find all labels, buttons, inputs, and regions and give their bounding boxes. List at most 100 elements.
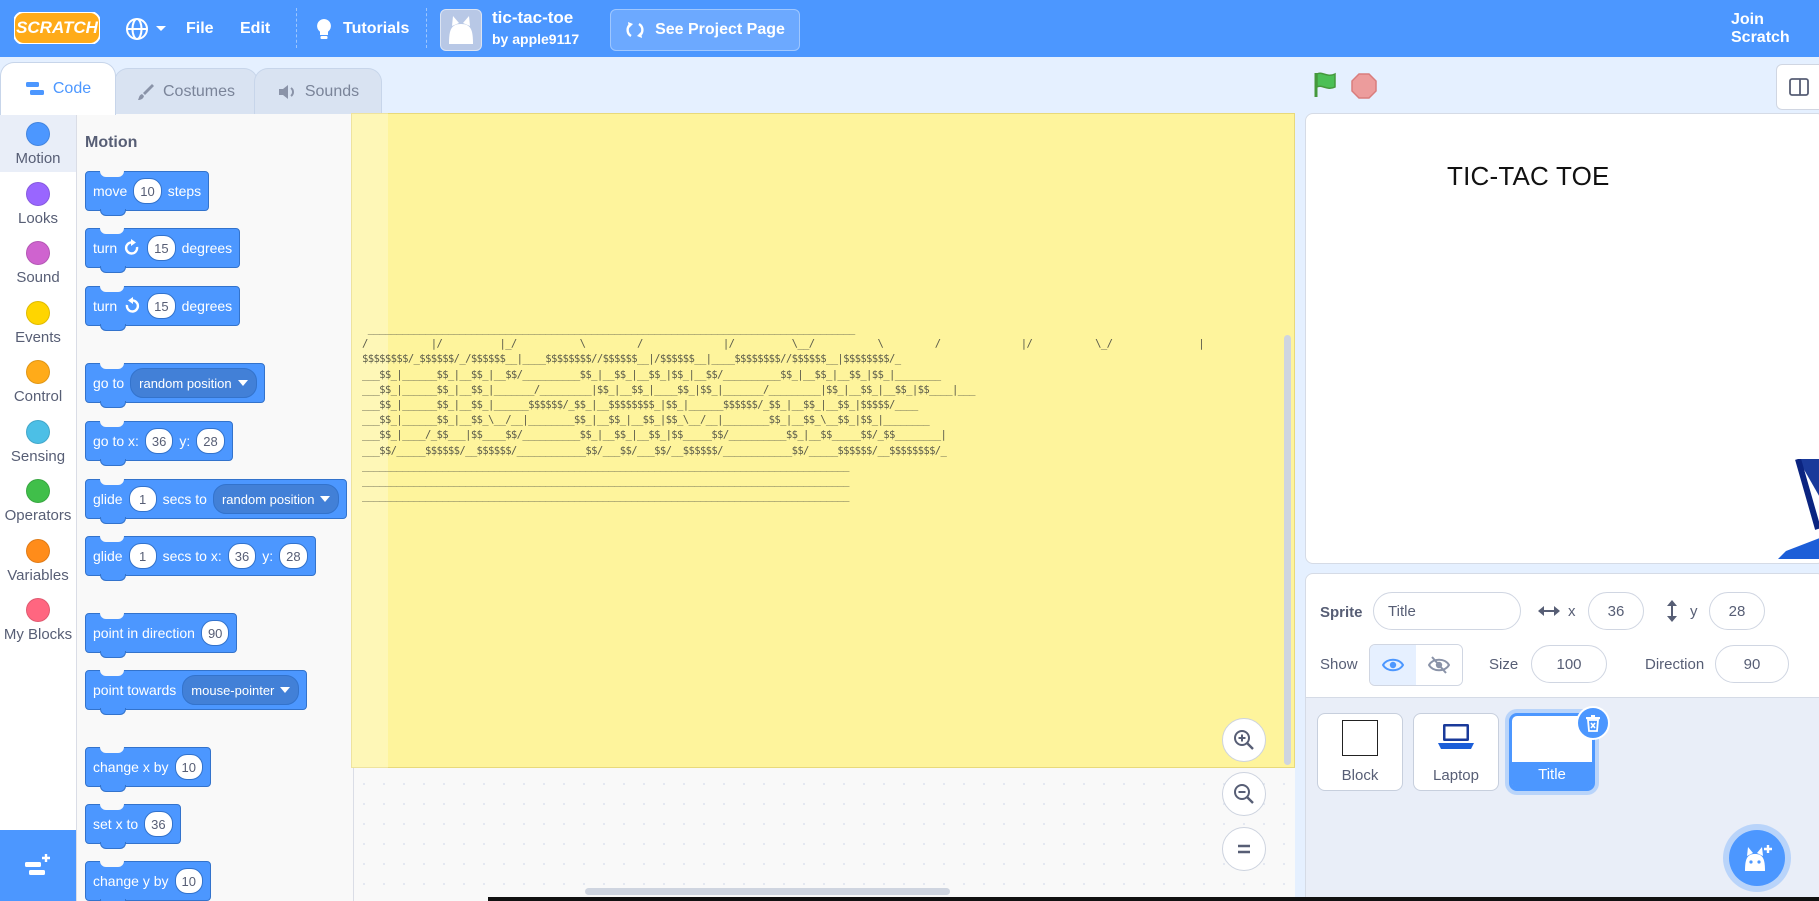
secs-input[interactable]: 1 [128,486,157,512]
go-to-block[interactable]: go to random position [85,363,265,408]
block-sprite-thumbnail [1342,720,1378,756]
block-palette: Motion move 10 steps turn 15 degrees tur… [77,114,354,901]
steps-input[interactable]: 10 [133,178,162,204]
language-menu[interactable] [124,0,168,57]
sprite-info-panel: Sprite Title x 36 y 28 Show Size 100 Dir… [1305,573,1819,698]
block-text: steps [167,183,202,199]
stage-canvas[interactable]: TIC-TAC TOE [1305,113,1819,564]
block-text: turn [93,298,118,314]
project-author[interactable]: by apple9117 [492,31,579,47]
block-text: y: [262,548,274,564]
file-menu[interactable]: File [186,0,214,57]
remix-arrows-icon [626,22,644,38]
glide-to-block[interactable]: glide 1 secs to random position [85,479,348,524]
trash-icon [1586,715,1600,732]
point-towards-dropdown[interactable]: mouse-pointer [182,675,300,705]
project-title[interactable]: tic-tac-toe [492,8,573,28]
degrees-input[interactable]: 15 [147,235,176,261]
turn-right-block[interactable]: turn 15 degrees [85,228,241,273]
point-towards-block[interactable]: point towards mouse-pointer [85,670,308,715]
rotate-counterclockwise-icon [125,297,140,313]
go-to-xy-block[interactable]: go to x: 36 y: 28 [85,421,233,466]
go-to-target-dropdown[interactable]: random position [130,368,257,398]
zoom-reset-button[interactable] [1222,827,1266,871]
tutorials-button[interactable]: Tutorials [313,0,409,57]
sprite-name-input[interactable]: Title [1373,592,1521,630]
green-flag-icon[interactable] [1310,70,1340,100]
category-control[interactable]: Control [0,352,76,410]
cat-plus-icon [1745,845,1772,871]
zoom-in-button[interactable] [1222,718,1266,762]
y-input[interactable]: 28 [279,543,308,569]
my-blocks-color-dot [26,598,50,622]
category-events[interactable]: Events [0,293,76,351]
script-vertical-scrollbar[interactable] [1284,335,1291,765]
category-sound[interactable]: Sound [0,233,76,291]
secs-input[interactable]: 1 [128,543,157,569]
sprite-y-input[interactable]: 28 [1709,592,1765,630]
hide-sprite-button[interactable] [1416,645,1462,685]
tab-code[interactable]: Code [0,62,116,115]
set-x-input[interactable]: 36 [144,811,173,837]
category-motion[interactable]: Motion [0,114,76,172]
degrees-input[interactable]: 15 [147,293,176,319]
glide-to-xy-block[interactable]: glide 1 secs to x: 36 y: 28 [85,536,316,581]
move-steps-block[interactable]: move 10 steps [85,171,210,216]
delete-sprite-button[interactable] [1576,706,1610,740]
choose-sprite-button[interactable] [1729,830,1785,886]
block-text: point in direction [93,625,195,641]
events-color-dot [26,301,50,325]
add-extension-button[interactable] [0,830,76,901]
turn-left-block[interactable]: turn 15 degrees [85,286,241,331]
join-scratch-link[interactable]: Join Scratch [1731,0,1819,57]
show-toggle-group [1369,644,1463,686]
set-x-block[interactable]: set x to 36 [85,804,181,849]
stage-title-sprite[interactable]: TIC-TAC TOE [1447,161,1610,192]
tab-costumes[interactable]: Costumes [114,68,258,115]
block-text: glide [93,548,123,564]
category-sensing[interactable]: Sensing [0,412,76,470]
stage-size-toggle[interactable] [1776,64,1819,110]
script-horizontal-scrollbar[interactable] [585,888,950,895]
category-label: Looks [17,210,59,227]
sprite-direction-input[interactable]: 90 [1715,645,1789,683]
category-label: Motion [15,150,61,167]
x-input[interactable]: 36 [227,543,257,569]
comment-ascii-art[interactable]: ________________________________________… [362,322,1205,504]
sprite-x-input[interactable]: 36 [1588,592,1644,630]
sprite-size-input[interactable]: 100 [1531,645,1607,683]
category-my-blocks[interactable]: My Blocks [0,590,76,648]
change-x-block[interactable]: change x by 10 [85,747,211,792]
tab-sounds[interactable]: Sounds [254,68,382,115]
stop-icon[interactable] [1350,72,1378,100]
sprite-name: Block [1341,767,1379,784]
add-extension-icon [25,853,50,875]
see-project-page-button[interactable]: See Project Page [610,9,800,51]
block-text: degrees [181,298,233,314]
y-input[interactable]: 28 [196,428,225,454]
sound-color-dot [26,241,50,265]
tab-sounds-label: Sounds [304,83,360,100]
sprite-tile-block[interactable]: Block [1317,713,1403,791]
category-looks[interactable]: Looks [0,174,76,232]
show-sprite-button[interactable] [1370,645,1417,685]
category-operators[interactable]: Operators [0,471,76,529]
point-in-direction-block[interactable]: point in direction 90 [85,613,238,658]
scratch-logo[interactable]: SCRATCH [13,11,101,45]
block-text: point towards [93,682,177,698]
laptop-sprite[interactable] [1778,459,1819,559]
change-x-input[interactable]: 10 [174,754,203,780]
lightbulb-icon [317,18,331,39]
change-y-block[interactable]: change y by 10 [85,861,211,901]
zoom-out-button[interactable] [1222,772,1266,816]
category-variables[interactable]: Variables [0,531,76,589]
direction-input[interactable]: 90 [200,620,230,646]
change-y-input[interactable]: 10 [174,868,203,894]
zoom-in-icon [1234,730,1254,750]
x-input[interactable]: 36 [144,428,174,454]
logo-text: SCRATCH [16,18,98,37]
sprite-tile-laptop[interactable]: Laptop [1413,713,1499,791]
edit-menu[interactable]: Edit [240,0,270,57]
category-label: My Blocks [3,626,73,643]
glide-target-dropdown[interactable]: random position [212,484,340,514]
